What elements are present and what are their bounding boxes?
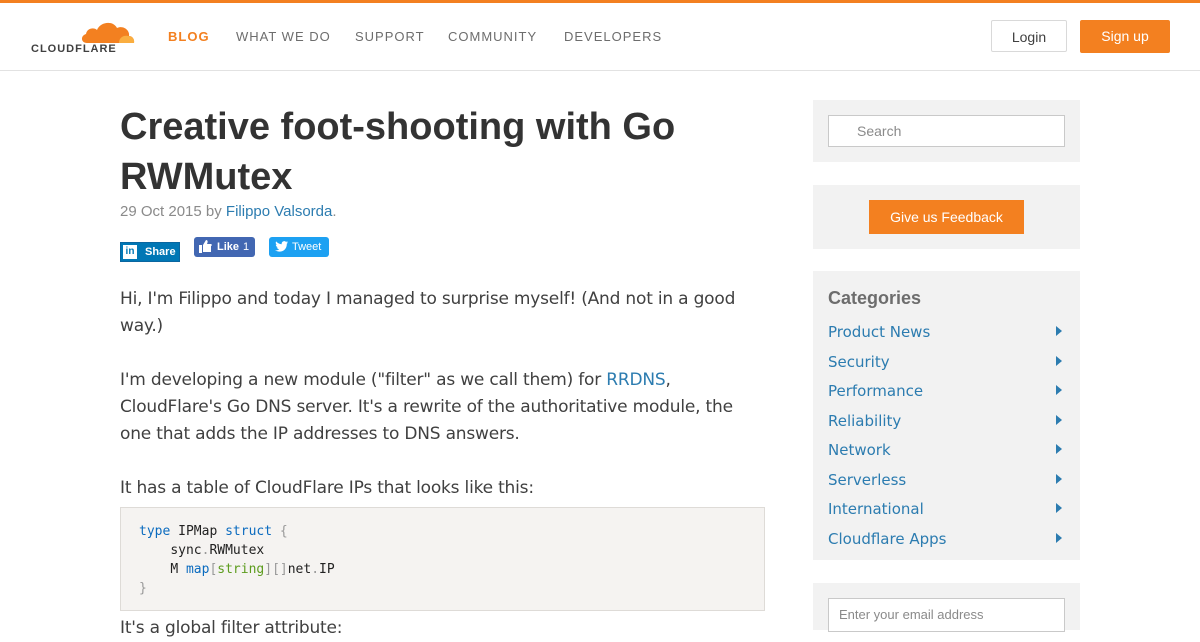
nav-item-community[interactable]: COMMUNITY: [448, 29, 537, 44]
post-title: Creative foot-shooting with Go RWMutex: [120, 106, 676, 198]
newsletter-panel: Enter your email address: [813, 583, 1080, 632]
category-item-international[interactable]: International: [828, 500, 1065, 530]
nav-item-what-we-do[interactable]: WHAT WE DO: [236, 29, 331, 44]
code-punctuation: }: [139, 581, 147, 596]
category-label: Performance: [828, 382, 924, 400]
cloudflare-logo[interactable]: CLOUDFLARE: [31, 19, 137, 59]
caret-right-icon: [1056, 532, 1062, 543]
caret-right-icon: [1056, 444, 1062, 454]
search-panel: Search: [813, 100, 1080, 162]
thumbs-up-icon: [199, 240, 212, 253]
nav-item-developers[interactable]: DEVELOPERS: [564, 29, 662, 44]
feedback-button[interactable]: Give us Feedback: [869, 200, 1024, 234]
code-punctuation: .: [311, 562, 320, 577]
paragraph-2-text-before: I'm developing a new module ("filter" as…: [120, 370, 607, 390]
category-item-cloudflare-apps[interactable]: Cloudflare Apps: [828, 530, 1065, 560]
caret-right-icon: [1056, 503, 1062, 513]
code-identifier: sync: [170, 543, 202, 558]
code-identifier: IPMap: [178, 524, 218, 539]
twitter-tweet-label: Tweet: [292, 241, 322, 253]
logo-wordmark: CLOUDFLARE: [31, 43, 117, 55]
category-label: Security: [828, 352, 890, 371]
post-by: by: [205, 203, 222, 220]
code-keyword: type: [139, 524, 171, 539]
search-input[interactable]: Search: [828, 115, 1065, 147]
rrdns-link[interactable]: RRDNS: [606, 370, 665, 390]
caret-right-icon: [1056, 414, 1062, 425]
linkedin-share-label: Share: [145, 246, 176, 258]
author-link[interactable]: Filippo Valsorda: [226, 203, 332, 220]
code-identifier: M: [170, 562, 179, 577]
category-item-reliability[interactable]: Reliability: [828, 412, 1065, 442]
post-paragraph-3: It has a table of CloudFlare IPs that lo…: [120, 478, 534, 498]
facebook-like-label: Like: [217, 241, 240, 253]
twitter-bird-icon: [275, 241, 288, 252]
category-label: Product News: [828, 323, 931, 341]
category-label: Serverless: [828, 470, 907, 489]
facebook-like-button[interactable]: Like 1: [194, 237, 255, 257]
code-keyword: map: [185, 562, 210, 577]
caret-right-icon: [1056, 473, 1062, 484]
code-identifier: net: [287, 562, 312, 577]
code-identifier: RWMutex: [209, 543, 265, 558]
category-item-network[interactable]: Network: [828, 441, 1065, 471]
categories-panel: Categories Product News Security Perform…: [813, 271, 1080, 560]
category-item-performance[interactable]: Performance: [828, 382, 1065, 412]
code-identifier: IP: [319, 562, 335, 577]
category-label: Reliability: [828, 411, 902, 430]
code-keyword: struct: [225, 524, 273, 539]
category-label: International: [828, 500, 924, 518]
nav-item-blog[interactable]: BLOG: [168, 29, 210, 44]
linkedin-icon: in: [123, 245, 137, 259]
site-header: CLOUDFLARE BLOG WHAT WE DO SUPPORT COMMU…: [0, 3, 1200, 71]
caret-right-icon: [1056, 385, 1062, 395]
caret-right-icon: [1056, 355, 1062, 366]
category-label: Cloudflare Apps: [828, 529, 947, 548]
categories-title: Categories: [828, 288, 922, 308]
facebook-like-count: 1: [243, 241, 250, 253]
category-item-security[interactable]: Security: [828, 353, 1065, 383]
cloud-logo-icon: [81, 22, 135, 43]
code-type: string: [217, 562, 265, 577]
linkedin-share-button[interactable]: in Share: [120, 242, 180, 262]
category-label: Network: [828, 441, 891, 459]
categories-list: Product News Security Performance Reliab…: [828, 323, 1065, 559]
author-suffix: .: [332, 203, 337, 220]
caret-right-icon: [1056, 326, 1062, 336]
category-item-serverless[interactable]: Serverless: [828, 471, 1065, 501]
login-button[interactable]: Login: [991, 20, 1067, 52]
email-field[interactable]: Enter your email address: [828, 598, 1065, 632]
nav-item-support[interactable]: SUPPORT: [355, 29, 425, 44]
twitter-tweet-button[interactable]: Tweet: [269, 237, 329, 257]
post-paragraph-1: Hi, I'm Filippo and today I managed to s…: [120, 289, 736, 336]
code-punctuation: {: [279, 524, 288, 539]
post-paragraph-4: It's a global filter attribute:: [120, 618, 343, 638]
code-block: type IPMap struct { sync.RWMutex M map[s…: [120, 507, 765, 611]
post-date: 29 Oct 2015: [120, 203, 202, 220]
feedback-panel: Give us Feedback: [813, 185, 1080, 249]
signup-button[interactable]: Sign up: [1080, 20, 1170, 53]
category-item-product-news[interactable]: Product News: [828, 323, 1065, 353]
post-paragraph-2: I'm developing a new module ("filter" as…: [120, 367, 760, 448]
code-punctuation: ][]: [264, 562, 288, 577]
post-meta: 29 Oct 2015 by Filippo Valsorda.: [120, 203, 337, 220]
